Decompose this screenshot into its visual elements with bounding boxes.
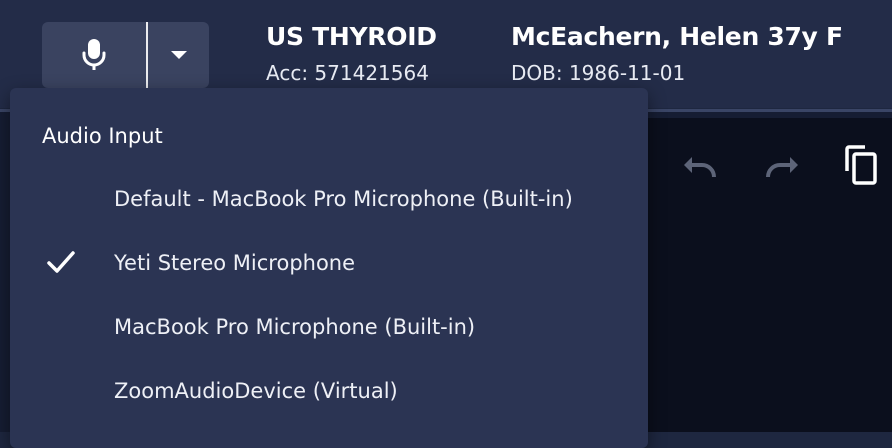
copy-icon[interactable] bbox=[843, 145, 879, 185]
menu-item-yeti-stereo-mic[interactable]: Yeti Stereo Microphone bbox=[10, 237, 648, 291]
study-name: US THYROID bbox=[266, 22, 437, 51]
menu-item-label: Yeti Stereo Microphone bbox=[114, 251, 356, 275]
accession-number: Acc: 571421564 bbox=[266, 61, 429, 85]
patient-name: McEachern, Helen 37y F bbox=[511, 22, 843, 51]
patient-info: McEachern, Helen 37y F DOB: 1986-11-01 bbox=[511, 20, 843, 88]
audio-input-menu: Audio Input Default - MacBook Pro Microp… bbox=[10, 88, 648, 448]
microphone-icon bbox=[82, 39, 106, 70]
checkmark-icon bbox=[47, 251, 75, 273]
editor-toolbar bbox=[680, 145, 892, 185]
menu-item-default-macbook-mic[interactable]: Default - MacBook Pro Microphone (Built-… bbox=[10, 173, 648, 227]
dictation-control bbox=[42, 22, 209, 88]
undo-icon[interactable] bbox=[682, 153, 720, 179]
redo-icon[interactable] bbox=[762, 153, 800, 179]
menu-header: Audio Input bbox=[42, 124, 163, 148]
menu-item-label: MacBook Pro Microphone (Built-in) bbox=[114, 315, 476, 339]
menu-item-macbook-mic[interactable]: MacBook Pro Microphone (Built-in) bbox=[10, 301, 648, 355]
button-divider bbox=[146, 22, 148, 88]
caret-down-icon bbox=[170, 51, 187, 59]
study-info: US THYROID Acc: 571421564 bbox=[266, 20, 437, 88]
menu-item-label: ZoomAudioDevice (Virtual) bbox=[114, 379, 398, 403]
menu-item-label: Default - MacBook Pro Microphone (Built-… bbox=[114, 187, 573, 211]
microphone-button[interactable] bbox=[42, 22, 146, 88]
patient-dob: DOB: 1986-11-01 bbox=[511, 61, 686, 85]
menu-item-zoom-audio-device[interactable]: ZoomAudioDevice (Virtual) bbox=[10, 365, 648, 419]
audio-input-dropdown-button[interactable] bbox=[148, 22, 209, 88]
